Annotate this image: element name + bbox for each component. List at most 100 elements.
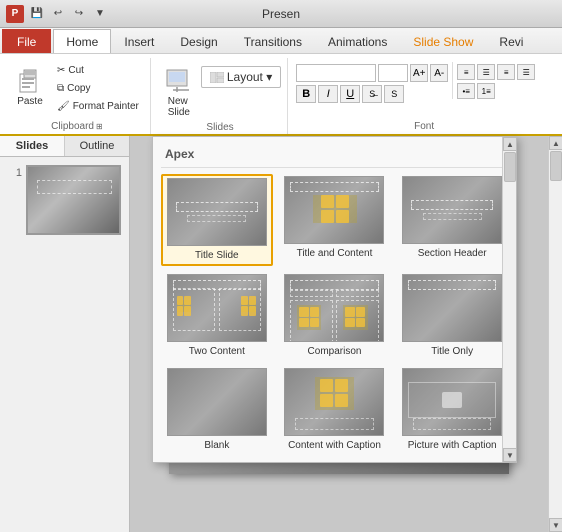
panel-tabs: Slides Outline — [0, 136, 129, 157]
copy-icon: ⧉ — [57, 83, 64, 94]
ribbon-tabs: File Home Insert Design Transitions Anim… — [0, 28, 562, 54]
layout-icon — [210, 72, 224, 83]
paste-icon — [16, 66, 44, 94]
layout-thumb-title-content — [284, 176, 384, 244]
font-group: A+ A- B I U S̶ S ≡ ☰ ≡ ☰ — [290, 58, 558, 134]
slides-group-label: Slides — [206, 122, 233, 135]
align-center-button[interactable]: ☰ — [477, 64, 495, 80]
tab-review[interactable]: Revi — [486, 29, 536, 53]
bullets-button[interactable]: •≡ — [457, 83, 475, 99]
paste-button[interactable]: Paste — [10, 62, 50, 111]
layout-dropdown: Apex Title Slide — [152, 136, 517, 463]
shadow-button[interactable]: S — [384, 85, 404, 103]
layout-item-title-only[interactable]: Title Only — [396, 272, 508, 360]
panel-tab-slides[interactable]: Slides — [0, 136, 65, 156]
tab-animations[interactable]: Animations — [315, 29, 400, 53]
tab-file[interactable]: File — [2, 29, 51, 53]
slides-buttons: NewSlide Layout ▾ — [159, 58, 281, 122]
paste-label: Paste — [17, 96, 43, 107]
layout-label-picture-caption: Picture with Caption — [408, 439, 497, 452]
slide-number: 1 — [8, 165, 22, 235]
dropdown-scrollbar: ▲ ▼ — [502, 137, 516, 462]
dropdown-scroll-down[interactable]: ▼ — [503, 448, 517, 462]
layout-label-title-only: Title Only — [431, 345, 473, 358]
save-button[interactable]: 💾 — [28, 6, 46, 22]
font-group-label: Font — [414, 121, 434, 134]
layout-label: Layout ▾ — [227, 70, 272, 84]
layout-label-two-content: Two Content — [189, 345, 245, 358]
cut-icon: ✂ — [57, 65, 65, 76]
tab-home[interactable]: Home — [53, 29, 111, 53]
scrollbar-right: ▲ ▼ — [548, 136, 562, 532]
font-size-input[interactable] — [378, 64, 408, 82]
layout-label-title-content: Title and Content — [297, 247, 373, 260]
scroll-up-button[interactable]: ▲ — [549, 136, 562, 150]
layout-grid: Title Slide Title and Content — [161, 174, 508, 454]
format-painter-icon: 🖌 — [57, 101, 70, 112]
scroll-thumb[interactable] — [550, 151, 562, 181]
layout-thumb-two-content — [167, 274, 267, 342]
slide-thumb-image[interactable] — [26, 165, 121, 235]
ribbon: Paste ✂ Cut ⧉ Copy 🖌 Format Painter Clip… — [0, 54, 562, 136]
app-logo: P — [6, 5, 24, 23]
dropdown-scroll-thumb[interactable] — [504, 152, 516, 182]
clipboard-expand-icon[interactable]: ⊞ — [96, 122, 103, 131]
tab-design[interactable]: Design — [167, 29, 230, 53]
align-right-button[interactable]: ≡ — [497, 64, 515, 80]
font-buttons: A+ A- B I U S̶ S ≡ ☰ ≡ ☰ — [296, 58, 552, 121]
clipboard-small-buttons: ✂ Cut ⧉ Copy 🖌 Format Painter — [52, 62, 144, 115]
title-bar-left: P 💾 ↩ ↪ ▼ — [6, 5, 109, 23]
layout-thumb-content-caption — [284, 368, 384, 436]
italic-button[interactable]: I — [318, 85, 338, 103]
align-left-button[interactable]: ≡ — [457, 64, 475, 80]
layout-item-two-content[interactable]: Two Content — [161, 272, 273, 360]
layout-thumb-blank — [167, 368, 267, 436]
title-bar: P 💾 ↩ ↪ ▼ Presen — [0, 0, 562, 28]
scroll-down-button[interactable]: ▼ — [549, 518, 562, 532]
font-size-decrease[interactable]: A- — [430, 64, 448, 82]
numbering-button[interactable]: 1≡ — [477, 83, 495, 99]
layout-item-content-caption[interactable]: Content with Caption — [279, 366, 391, 454]
layout-item-comparison[interactable]: Comparison — [279, 272, 391, 360]
format-painter-button[interactable]: 🖌 Format Painter — [52, 98, 144, 115]
slides-panel: Slides Outline 1 — [0, 136, 130, 532]
strikethrough-button[interactable]: S̶ — [362, 85, 382, 103]
cut-button[interactable]: ✂ Cut — [52, 62, 144, 79]
redo-button[interactable]: ↪ — [70, 6, 88, 22]
layout-item-section-header[interactable]: Section Header — [396, 174, 508, 266]
window-title: Presen — [262, 7, 300, 21]
tab-slideshow[interactable]: Slide Show — [400, 29, 486, 53]
slide-thumbnail-1: 1 — [8, 165, 121, 235]
tab-transitions[interactable]: Transitions — [231, 29, 315, 53]
copy-button[interactable]: ⧉ Copy — [52, 80, 144, 97]
layout-button[interactable]: Layout ▾ — [201, 66, 281, 88]
tab-insert[interactable]: Insert — [111, 29, 167, 53]
layout-thumb-section-header — [402, 176, 502, 244]
layout-thumb-picture-caption — [402, 368, 502, 436]
layout-item-title-slide[interactable]: Title Slide — [161, 174, 273, 266]
layout-thumb-comparison — [284, 274, 384, 342]
dropdown-scroll-up[interactable]: ▲ — [503, 137, 517, 151]
justify-button[interactable]: ☰ — [517, 64, 535, 80]
cut-label: Cut — [68, 65, 84, 76]
quick-access-toolbar: 💾 ↩ ↪ ▼ — [28, 6, 109, 22]
copy-label: Copy — [67, 83, 90, 94]
undo-button[interactable]: ↩ — [49, 6, 67, 22]
panel-tab-outline[interactable]: Outline — [65, 136, 129, 156]
format-painter-label: Format Painter — [73, 101, 139, 112]
layout-thumb-title-only — [402, 274, 502, 342]
underline-button[interactable]: U — [340, 85, 360, 103]
bold-button[interactable]: B — [296, 85, 316, 103]
font-size-increase[interactable]: A+ — [410, 64, 428, 82]
layout-item-title-content[interactable]: Title and Content — [279, 174, 391, 266]
quick-access-dropdown[interactable]: ▼ — [91, 6, 109, 22]
layout-dropdown-title: Apex — [161, 145, 508, 168]
layout-thumb-title-slide — [167, 178, 267, 246]
new-slide-label: NewSlide — [168, 96, 190, 118]
new-slide-button[interactable]: NewSlide — [159, 62, 199, 122]
clipboard-group: Paste ✂ Cut ⧉ Copy 🖌 Format Painter Clip… — [4, 58, 151, 134]
layout-item-blank[interactable]: Blank — [161, 366, 273, 454]
font-name-input[interactable] — [296, 64, 376, 82]
layout-label-content-caption: Content with Caption — [288, 439, 381, 452]
layout-item-picture-caption[interactable]: Picture with Caption — [396, 366, 508, 454]
